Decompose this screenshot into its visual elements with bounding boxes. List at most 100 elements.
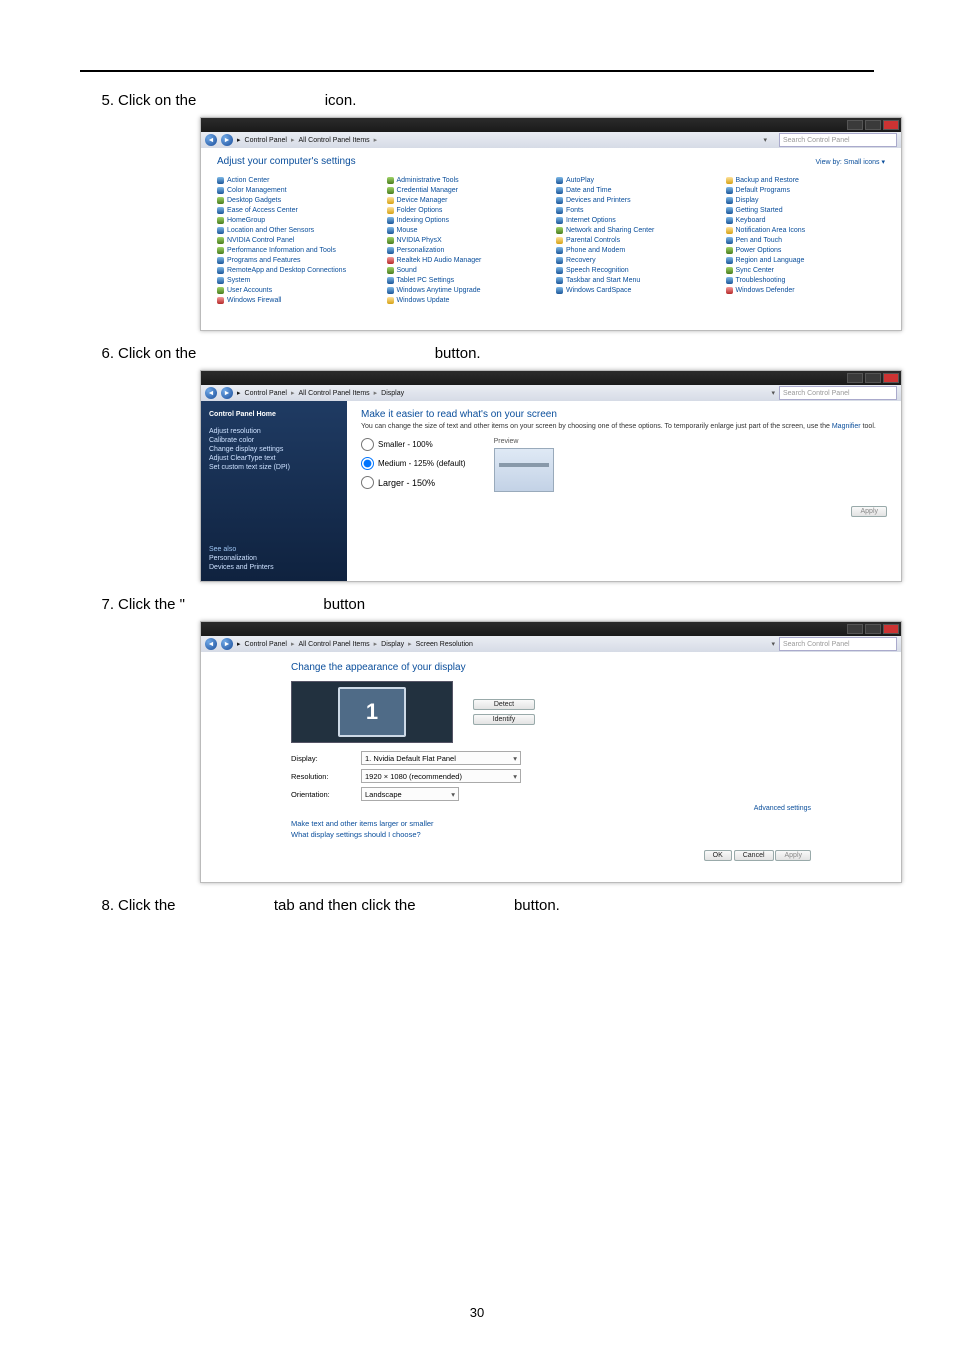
bc2-1[interactable]: Control Panel: [245, 390, 287, 397]
cp-item[interactable]: Personalization: [387, 247, 547, 254]
change-display-settings-link[interactable]: Change display settings: [209, 446, 339, 453]
cp-item[interactable]: Getting Started: [726, 207, 886, 214]
cp-item[interactable]: Speech Recognition: [556, 267, 716, 274]
maximize-button[interactable]: [865, 373, 881, 383]
larger-smaller-link[interactable]: Make text and other items larger or smal…: [291, 819, 434, 828]
search-input[interactable]: Search Control Panel: [779, 386, 897, 400]
cp-item[interactable]: Performance Information and Tools: [217, 247, 377, 254]
cp-item[interactable]: Power Options: [726, 247, 886, 254]
bc2-3[interactable]: Display: [381, 390, 404, 397]
cp-item[interactable]: Location and Other Sensors: [217, 227, 377, 234]
back-button[interactable]: ◄: [205, 134, 217, 146]
cp-item[interactable]: Backup and Restore: [726, 177, 886, 184]
monitor-1-icon[interactable]: 1: [338, 687, 406, 737]
bc3-3[interactable]: Display: [381, 641, 404, 648]
cp-item[interactable]: Sound: [387, 267, 547, 274]
breadcrumb-1[interactable]: Control Panel: [245, 137, 287, 144]
search-input[interactable]: Search Control Panel: [779, 133, 897, 147]
minimize-button[interactable]: [847, 120, 863, 130]
cp-item[interactable]: Pen and Touch: [726, 237, 886, 244]
size-larger-radio[interactable]: Larger - 150%: [361, 476, 466, 489]
breadcrumb-2[interactable]: All Control Panel Items: [298, 137, 369, 144]
cp-item[interactable]: Devices and Printers: [556, 197, 716, 204]
calibrate-color-link[interactable]: Calibrate color: [209, 437, 339, 444]
display-select[interactable]: 1. Nvidia Default Flat Panel▾: [361, 751, 521, 765]
forward-button[interactable]: ►: [221, 134, 233, 146]
cp-item[interactable]: Credential Manager: [387, 187, 547, 194]
cp-item[interactable]: Date and Time: [556, 187, 716, 194]
cp-item[interactable]: Realtek HD Audio Manager: [387, 257, 547, 264]
cp-item[interactable]: Taskbar and Start Menu: [556, 277, 716, 284]
bc3-2[interactable]: All Control Panel Items: [298, 641, 369, 648]
apply-button[interactable]: Apply: [851, 506, 887, 517]
bc3-4[interactable]: Screen Resolution: [416, 641, 473, 648]
cp-item[interactable]: NVIDIA Control Panel: [217, 237, 377, 244]
cp-item[interactable]: Windows Firewall: [217, 297, 377, 304]
minimize-button[interactable]: [847, 624, 863, 634]
cp-item[interactable]: Sync Center: [726, 267, 886, 274]
cp-item[interactable]: Windows Update: [387, 297, 547, 304]
cp-item[interactable]: HomeGroup: [217, 217, 377, 224]
cp-item[interactable]: Phone and Modem: [556, 247, 716, 254]
devices-and-printers-link[interactable]: Devices and Printers: [209, 564, 339, 571]
magnifier-link[interactable]: Magnifier: [832, 423, 861, 430]
cp-item[interactable]: Network and Sharing Center: [556, 227, 716, 234]
set-custom-dpi-link[interactable]: Set custom text size (DPI): [209, 464, 339, 471]
maximize-button[interactable]: [865, 120, 881, 130]
maximize-button[interactable]: [865, 624, 881, 634]
cp-item[interactable]: Parental Controls: [556, 237, 716, 244]
forward-button[interactable]: ►: [221, 387, 233, 399]
detect-button[interactable]: Detect: [473, 699, 535, 710]
control-panel-home-link[interactable]: Control Panel Home: [209, 411, 339, 418]
cp-item[interactable]: Internet Options: [556, 217, 716, 224]
bc2-2[interactable]: All Control Panel Items: [298, 390, 369, 397]
back-button[interactable]: ◄: [205, 387, 217, 399]
monitor-preview[interactable]: 1: [291, 681, 453, 743]
which-settings-link[interactable]: What display settings should I choose?: [291, 830, 421, 839]
cp-item[interactable]: Display: [726, 197, 886, 204]
cp-item[interactable]: Folder Options: [387, 207, 547, 214]
cp-item[interactable]: Indexing Options: [387, 217, 547, 224]
cp-item[interactable]: User Accounts: [217, 287, 377, 294]
forward-button[interactable]: ►: [221, 638, 233, 650]
cp-item[interactable]: Mouse: [387, 227, 547, 234]
back-button[interactable]: ◄: [205, 638, 217, 650]
cp-item[interactable]: AutoPlay: [556, 177, 716, 184]
cp-item[interactable]: Programs and Features: [217, 257, 377, 264]
cp-item[interactable]: Tablet PC Settings: [387, 277, 547, 284]
cp-item[interactable]: Windows CardSpace: [556, 287, 716, 294]
advanced-settings-link[interactable]: Advanced settings: [754, 805, 811, 812]
cp-item[interactable]: Region and Language: [726, 257, 886, 264]
cp-item[interactable]: Notification Area Icons: [726, 227, 886, 234]
close-button[interactable]: [883, 373, 899, 383]
personalization-link[interactable]: Personalization: [209, 555, 339, 562]
cp-item[interactable]: RemoteApp and Desktop Connections: [217, 267, 377, 274]
apply-button[interactable]: Apply: [775, 850, 811, 861]
cp-item[interactable]: Windows Anytime Upgrade: [387, 287, 547, 294]
ok-button[interactable]: OK: [704, 850, 732, 861]
cp-item[interactable]: Ease of Access Center: [217, 207, 377, 214]
view-by-selector[interactable]: View by: Small icons ▾: [815, 158, 885, 166]
size-medium-radio[interactable]: Medium - 125% (default): [361, 457, 466, 470]
cp-item[interactable]: NVIDIA PhysX: [387, 237, 547, 244]
close-button[interactable]: [883, 120, 899, 130]
cp-item[interactable]: Administrative Tools: [387, 177, 547, 184]
search-input[interactable]: Search Control Panel: [779, 637, 897, 651]
minimize-button[interactable]: [847, 373, 863, 383]
orientation-select[interactable]: Landscape▾: [361, 787, 459, 801]
cp-item[interactable]: Color Management: [217, 187, 377, 194]
cp-item[interactable]: Recovery: [556, 257, 716, 264]
cp-item[interactable]: Fonts: [556, 207, 716, 214]
bc3-1[interactable]: Control Panel: [245, 641, 287, 648]
cp-item[interactable]: Troubleshooting: [726, 277, 886, 284]
cp-item[interactable]: Keyboard: [726, 217, 886, 224]
cancel-button[interactable]: Cancel: [734, 850, 774, 861]
breadcrumb-root-icon[interactable]: ▸: [237, 136, 241, 144]
close-button[interactable]: [883, 624, 899, 634]
cp-item[interactable]: Desktop Gadgets: [217, 197, 377, 204]
adjust-cleartype-link[interactable]: Adjust ClearType text: [209, 455, 339, 462]
cp-item[interactable]: Windows Defender: [726, 287, 886, 294]
cp-item[interactable]: Device Manager: [387, 197, 547, 204]
identify-button[interactable]: Identify: [473, 714, 535, 725]
cp-item[interactable]: Default Programs: [726, 187, 886, 194]
